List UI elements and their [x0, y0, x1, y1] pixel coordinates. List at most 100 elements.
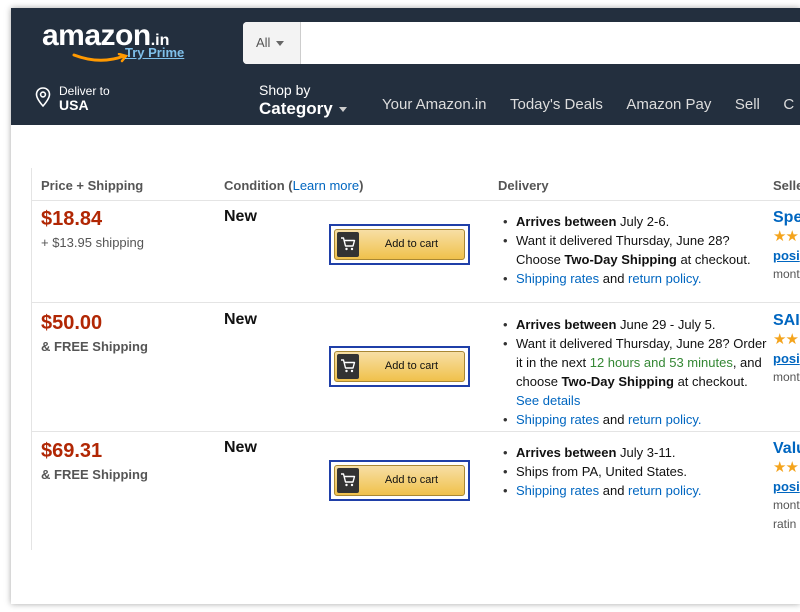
add-to-cart-button[interactable]: Add to cart — [334, 351, 465, 382]
page-frame: amazon.in Try Prime All Deliver to USA S… — [11, 8, 800, 604]
seller-rating-text: mont — [773, 267, 800, 281]
and-text: and — [599, 483, 629, 498]
seller-name-link[interactable]: Valu — [773, 439, 800, 459]
two-day-shipping-text: Two-Day Shipping — [561, 374, 674, 389]
arrives-value: July 2-6. — [616, 214, 670, 229]
header-divider — [31, 200, 800, 201]
nav-link-sell[interactable]: Sell — [735, 96, 760, 113]
shipping-rates-link[interactable]: Shipping rates — [516, 271, 599, 286]
seller-positive-link[interactable]: posi — [773, 477, 800, 496]
delivery-info: Arrives between June 29 - July 5. Want i… — [501, 315, 771, 429]
arrives-label: Arrives between — [516, 317, 617, 332]
try-prime-link[interactable]: Try Prime — [125, 45, 184, 60]
offer-price: $69.31 — [41, 440, 103, 462]
ships-from-text: Ships from PA, United States. — [516, 464, 687, 479]
seller-info: Valu ★★ posi mont ratin — [773, 439, 800, 534]
list-item: Want it delivered Thursday, June 28? Ord… — [501, 334, 771, 410]
nav-link-truncated[interactable]: C — [783, 96, 794, 113]
table-left-border — [31, 168, 32, 550]
two-day-shipping-text: Two-Day Shipping — [564, 252, 677, 267]
cart-icon — [337, 354, 359, 379]
offer-price: $50.00 — [41, 312, 103, 334]
arrives-label: Arrives between — [516, 445, 617, 460]
shop-by-category-menu[interactable]: Shop by Category — [259, 82, 347, 119]
condition-header-close: ) — [359, 178, 364, 193]
chevron-down-icon — [276, 41, 285, 47]
add-to-cart-button[interactable]: Add to cart — [334, 229, 465, 260]
deliver-to-country: USA — [59, 97, 89, 113]
column-header-condition: Condition (Learn more) — [224, 178, 363, 193]
list-item: Arrives between June 29 - July 5. — [501, 315, 771, 334]
arrives-value: June 29 - July 5. — [616, 317, 716, 332]
seller-positive-link[interactable]: posi — [773, 349, 800, 368]
search-category-label: All — [256, 35, 271, 50]
shipping-rates-link[interactable]: Shipping rates — [516, 412, 599, 427]
seller-rating-text: mont — [773, 498, 800, 512]
star-rating-icon: ★★ — [773, 459, 799, 476]
arrives-label: Arrives between — [516, 214, 617, 229]
search-category-dropdown[interactable]: All — [243, 22, 301, 64]
offer-condition: New — [224, 311, 257, 328]
offer-shipping: + $13.95 shipping — [41, 235, 145, 250]
seller-rating-text: mont — [773, 370, 800, 384]
seller-name-link[interactable]: SAI — [773, 311, 800, 331]
seller-positive-link[interactable]: posi — [773, 246, 800, 265]
seller-info: Spe ★★ posi mont — [773, 208, 800, 284]
nav-link-your-amazon[interactable]: Your Amazon.in — [382, 96, 487, 113]
category-label: Category — [259, 99, 333, 118]
search-bar[interactable]: All — [243, 22, 800, 64]
delivery-info: Arrives between July 2-6. Want it delive… — [501, 212, 771, 288]
row-divider — [31, 302, 800, 303]
list-item: Shipping rates and return policy. — [501, 481, 771, 500]
delivery-info: Arrives between July 3-11. Ships from PA… — [501, 443, 771, 500]
offer-shipping: & FREE Shipping — [41, 339, 148, 354]
add-to-cart-label: Add to cart — [384, 360, 439, 372]
add-to-cart-highlight: Add to cart — [329, 346, 470, 387]
at-checkout-text: at checkout. — [676, 252, 751, 267]
return-policy-link[interactable]: return policy. — [628, 271, 701, 286]
offer-shipping: & FREE Shipping — [41, 467, 148, 482]
and-text: and — [599, 412, 629, 427]
add-to-cart-highlight: Add to cart — [329, 224, 470, 265]
see-details-link[interactable]: See details — [516, 393, 580, 408]
column-header-delivery: Delivery — [498, 178, 549, 193]
shipping-rates-link[interactable]: Shipping rates — [516, 483, 599, 498]
column-header-seller: Seller — [773, 178, 800, 193]
return-policy-link[interactable]: return policy. — [628, 412, 701, 427]
nav-link-todays-deals[interactable]: Today's Deals — [510, 96, 603, 113]
offer-price: $18.84 — [41, 208, 103, 230]
condition-header-text: Condition ( — [224, 178, 293, 193]
shop-by-label: Shop by — [259, 82, 311, 98]
arrives-value: July 3-11. — [616, 445, 676, 460]
cart-icon — [337, 232, 359, 257]
list-item: Arrives between July 3-11. — [501, 443, 771, 462]
deliver-to-label: Deliver to — [59, 84, 110, 98]
nav-links: Your Amazon.in Today's Deals Amazon Pay … — [382, 96, 800, 114]
add-to-cart-label: Add to cart — [384, 238, 439, 250]
learn-more-link[interactable]: Learn more — [293, 178, 359, 193]
offer-condition: New — [224, 208, 257, 225]
add-to-cart-label: Add to cart — [384, 474, 439, 486]
star-rating-icon: ★★ — [773, 228, 799, 245]
at-checkout-text: at checkout. — [673, 374, 748, 389]
star-rating-icon: ★★ — [773, 331, 799, 348]
row-divider — [31, 431, 800, 432]
list-item: Arrives between July 2-6. — [501, 212, 771, 231]
nav-link-amazon-pay[interactable]: Amazon Pay — [626, 96, 711, 113]
and-text: and — [599, 271, 629, 286]
smile-arrow-icon — [72, 53, 129, 63]
seller-rating-extra: ratin — [773, 517, 797, 531]
list-item: Shipping rates and return policy. — [501, 410, 771, 429]
cart-icon — [337, 468, 359, 493]
return-policy-link[interactable]: return policy. — [628, 483, 701, 498]
list-item: Want it delivered Thursday, June 28? Cho… — [501, 231, 771, 269]
top-navbar: amazon.in Try Prime All Deliver to USA S… — [11, 8, 800, 125]
add-to-cart-button[interactable]: Add to cart — [334, 465, 465, 496]
column-header-price: Price + Shipping — [41, 178, 144, 193]
seller-name-link[interactable]: Spe — [773, 208, 800, 228]
seller-info: SAI ★★ posi mont — [773, 311, 800, 387]
location-pin-icon — [35, 87, 51, 107]
amazon-logo[interactable]: amazon.in Try Prime — [42, 20, 184, 63]
add-to-cart-highlight: Add to cart — [329, 460, 470, 501]
offer-condition: New — [224, 439, 257, 456]
